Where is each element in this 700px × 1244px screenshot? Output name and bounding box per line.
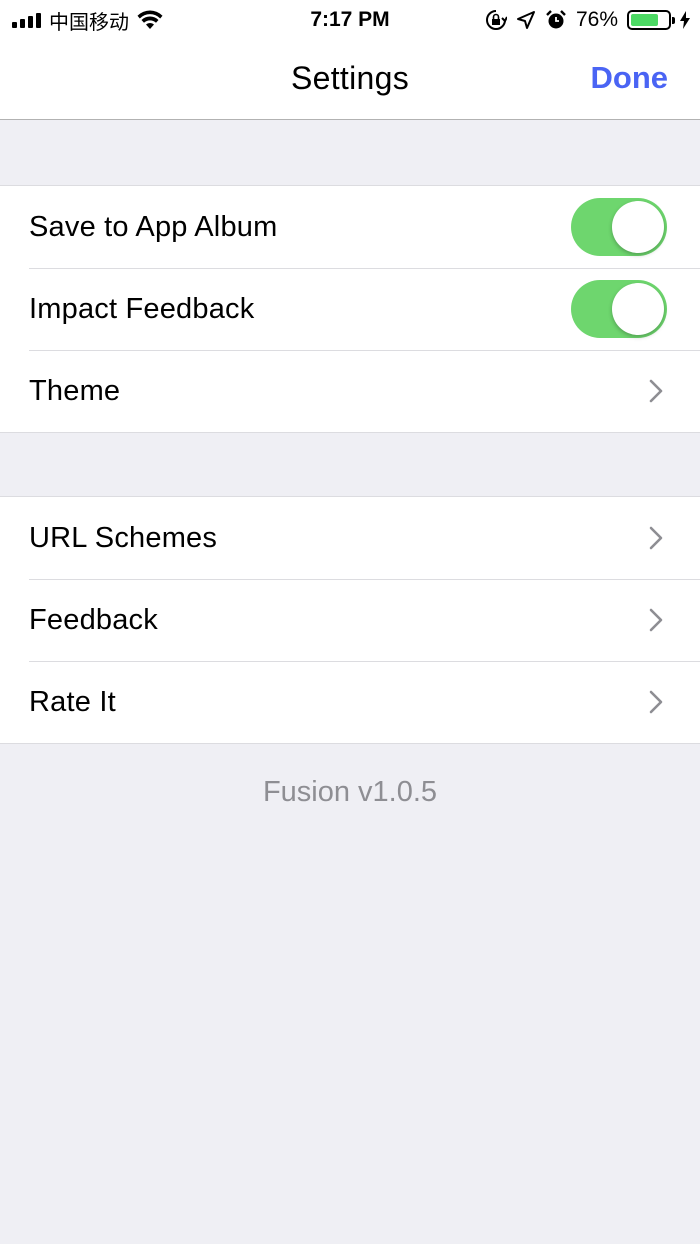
row-rate-it[interactable]: Rate It — [0, 661, 700, 743]
settings-group-2: URL Schemes Feedback Rate It — [0, 496, 700, 744]
app-version: Fusion v1.0.5 — [262, 776, 438, 808]
status-bar: 中国移动 7:17 PM 76% — [0, 0, 700, 40]
impact-feedback-toggle[interactable] — [571, 280, 667, 338]
toggle-knob — [612, 201, 664, 253]
row-impact-feedback: Impact Feedback — [0, 268, 700, 350]
chevron-right-icon — [649, 379, 663, 403]
row-label: Theme — [29, 374, 121, 407]
row-label: Save to App Album — [29, 210, 278, 243]
navigation-bar: Settings Done — [0, 40, 700, 120]
battery-level-fill — [631, 14, 659, 26]
alarm-icon — [546, 10, 566, 29]
chevron-right-icon — [649, 690, 663, 714]
row-feedback[interactable]: Feedback — [0, 579, 700, 661]
chevron-right-icon — [649, 608, 663, 632]
row-label: URL Schemes — [29, 521, 218, 554]
row-save-to-app-album: Save to App Album — [0, 186, 700, 268]
status-bar-right: 76% — [485, 0, 690, 40]
battery-percent: 76% — [575, 8, 618, 31]
row-theme[interactable]: Theme — [0, 350, 700, 432]
chevron-right-icon — [649, 526, 663, 550]
battery-icon — [627, 10, 675, 30]
settings-group-1: Save to App Album Impact Feedback Theme — [0, 185, 700, 433]
row-label: Feedback — [29, 603, 158, 636]
done-button[interactable]: Done — [591, 40, 669, 116]
charging-icon — [680, 11, 690, 29]
row-url-schemes[interactable]: URL Schemes — [0, 497, 700, 579]
toggle-knob — [612, 283, 664, 335]
row-label: Impact Feedback — [29, 292, 255, 325]
orientation-lock-icon — [486, 10, 507, 30]
save-to-app-album-toggle[interactable] — [571, 198, 667, 256]
location-icon — [516, 11, 535, 29]
row-label: Rate It — [29, 685, 116, 718]
